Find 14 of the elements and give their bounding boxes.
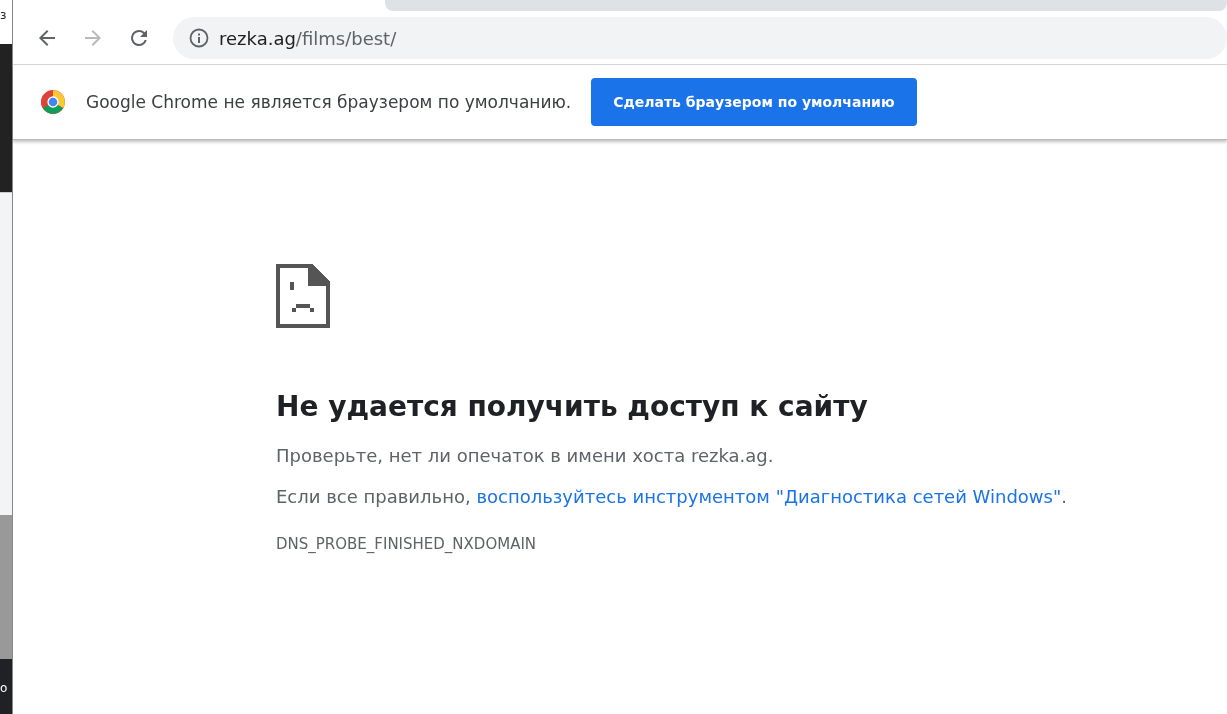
error-title: Не удается получить доступ к сайту xyxy=(276,390,869,423)
info-icon[interactable] xyxy=(189,28,209,48)
diagnostics-suggestion: Если все правильно, воспользуйтесь инструментом "Диагностика сетей Windows". xyxy=(276,486,1068,507)
network-diagnostics-link[interactable]: воспользуйтесь инструментом "Диагностика сетей Windows" xyxy=(476,486,1062,507)
set-default-button[interactable]: Сделать браузером по умолчанию xyxy=(591,78,917,126)
window-text: o xyxy=(0,681,8,695)
error-code: DNS_PROBE_FINISHED_NXDOMAIN xyxy=(276,535,538,553)
window-text: з xyxy=(0,8,7,22)
chrome-logo-icon xyxy=(40,89,66,115)
sad-page-icon xyxy=(276,264,330,328)
url-text: rezka.ag/films/best/ xyxy=(219,27,397,49)
address-bar[interactable]: rezka.ag/films/best/ xyxy=(173,17,1227,59)
hostname-hint: Проверьте, нет ли опечаток в имени хоста rezka.ag. xyxy=(276,445,775,466)
infobar-message: Google Chrome не является браузером по умолчанию. xyxy=(86,92,572,112)
